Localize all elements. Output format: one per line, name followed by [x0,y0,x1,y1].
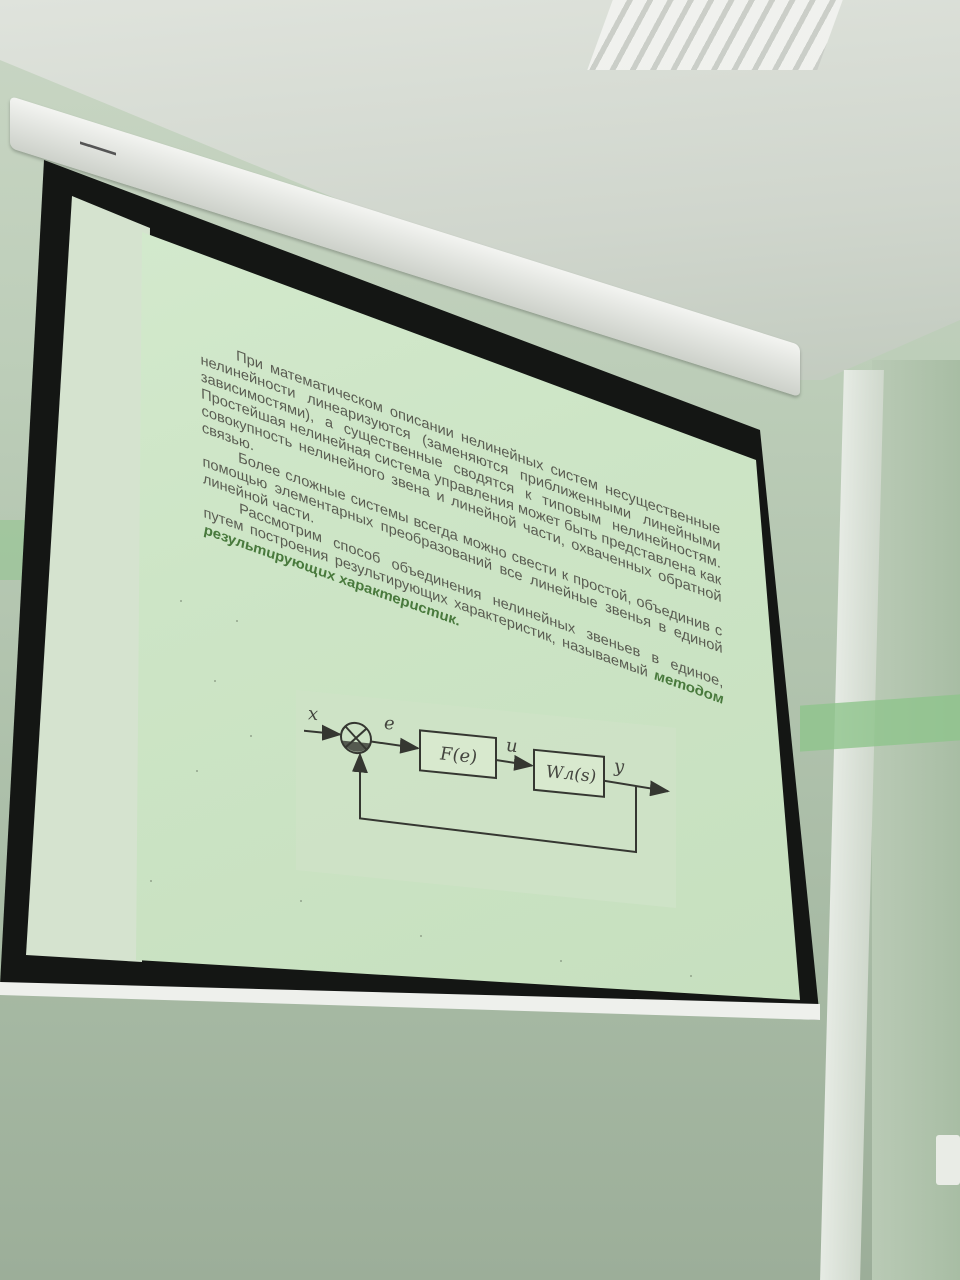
input-arrow [304,724,342,741]
ceiling-light [587,0,843,70]
nonlinear-block-label: F(e) [439,743,477,768]
block-diagram: x e F(e) u Wл(s) y [296,690,676,908]
output-label: y [613,756,625,778]
wall-socket [936,1135,960,1185]
control-label: u [506,735,518,757]
housing-brand-label: ▬▬▬▬ [80,136,116,158]
dust-speck [150,880,152,882]
block-diagram-svg: x e F(e) u Wл(s) y [304,703,670,854]
control-arrow [495,754,534,771]
dust-speck [300,900,302,902]
dust-speck [250,735,252,737]
dust-speck [420,935,422,937]
summing-junction-icon [340,721,372,755]
input-label: x [308,703,318,725]
dust-speck [180,600,182,602]
dust-speck [690,975,692,977]
error-arrow [370,737,420,754]
dust-speck [560,960,562,962]
dust-speck [196,770,198,772]
dust-speck [214,680,216,682]
error-label: e [384,713,395,735]
dust-speck [236,620,238,622]
